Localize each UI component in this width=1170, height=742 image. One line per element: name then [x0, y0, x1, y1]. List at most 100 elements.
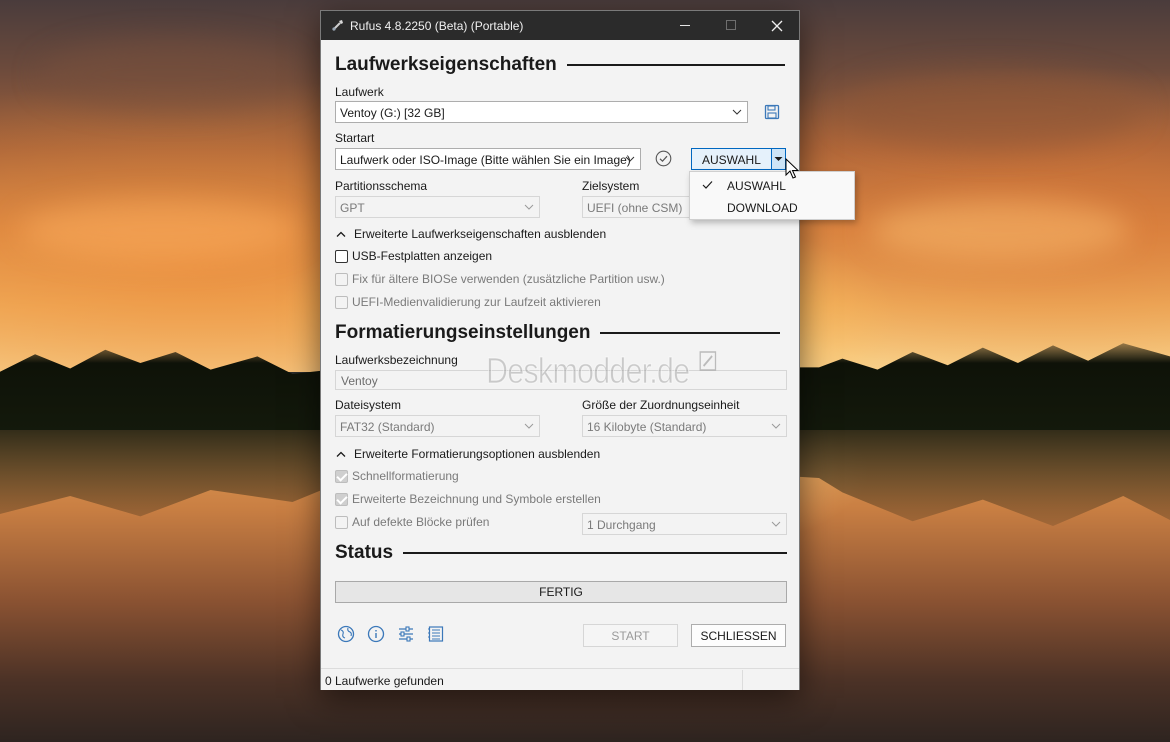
- drive-properties-heading: Laufwerkseigenschaften: [335, 54, 785, 76]
- close-icon: [771, 20, 783, 31]
- verify-hash-button[interactable]: [655, 150, 673, 168]
- status-bar-separator: [742, 670, 743, 690]
- globe-icon: [337, 625, 355, 643]
- device-select-value: Ventoy (G:) [32 GB]: [340, 106, 445, 120]
- quick-format-checkbox[interactable]: [335, 469, 348, 483]
- quick-format-option[interactable]: Schnellformatierung: [335, 469, 459, 483]
- check-circle-icon: [655, 150, 672, 167]
- passes-select[interactable]: 1 Durchgang: [582, 513, 787, 535]
- select-split-button[interactable]: AUSWAHL: [691, 148, 786, 170]
- usb-hdd-label: USB-Festplatten anzeigen: [352, 249, 493, 263]
- start-button-label: START: [611, 628, 650, 643]
- wallpaper-cloud: [840, 70, 1140, 150]
- status-heading: Status: [335, 542, 788, 564]
- close-button[interactable]: SCHLIESSEN: [691, 624, 786, 647]
- volume-label-value: Ventoy: [341, 374, 378, 388]
- save-drive-button[interactable]: [764, 104, 782, 122]
- boot-selection-select[interactable]: Laufwerk oder ISO-Image (Bitte wählen Si…: [335, 148, 641, 170]
- heading-divider: [566, 64, 785, 66]
- select-dropdown-menu: AUSWAHL DOWNLOAD: [689, 171, 855, 220]
- wallpaper-cloud: [20, 200, 300, 260]
- menu-item-download[interactable]: DOWNLOAD: [690, 196, 854, 218]
- filesystem-value: FAT32 (Standard): [340, 420, 435, 434]
- settings-sliders-icon: [399, 626, 413, 642]
- maximize-button[interactable]: [708, 11, 754, 40]
- split-dropdown-arrow[interactable]: [772, 149, 785, 169]
- status-bar-text: 0 Laufwerke gefunden: [325, 674, 444, 688]
- close-button-label: SCHLIESSEN: [700, 628, 777, 643]
- partition-scheme-select[interactable]: GPT: [335, 196, 540, 218]
- advanced-drive-toggle-label: Erweiterte Laufwerkseigenschaften ausble…: [354, 227, 607, 241]
- close-window-button[interactable]: [754, 11, 800, 40]
- advanced-format-toggle[interactable]: Erweiterte Formatierungsoptionen ausblen…: [335, 447, 600, 461]
- cluster-size-label: Größe der Zuordnungseinheit: [582, 398, 740, 412]
- about-button[interactable]: [366, 624, 386, 644]
- chevron-down-icon: [524, 423, 534, 429]
- bad-blocks-checkbox[interactable]: [335, 515, 348, 529]
- filesystem-label: Dateisystem: [335, 398, 402, 412]
- wallpaper-cloud: [870, 200, 1130, 260]
- volume-label-label: Laufwerksbezeichnung: [335, 353, 458, 367]
- extended-label-checkbox[interactable]: [335, 492, 348, 506]
- language-button[interactable]: [336, 624, 356, 644]
- progress-bar: FERTIG: [335, 581, 787, 603]
- maximize-icon: [725, 20, 736, 30]
- chevron-down-icon: [625, 156, 635, 162]
- old-bios-checkbox[interactable]: [335, 272, 348, 286]
- usb-hdd-option[interactable]: USB-Festplatten anzeigen: [335, 249, 492, 263]
- chevron-down-icon: [771, 423, 781, 429]
- uefi-validation-option[interactable]: UEFI-Medienvalidierung zur Laufzeit akti…: [335, 295, 601, 309]
- chevron-down-icon: [524, 204, 534, 210]
- format-options-title: Formatierungseinstellungen: [335, 322, 591, 343]
- info-icon: [367, 625, 385, 643]
- drive-properties-title: Laufwerkseigenschaften: [335, 54, 557, 75]
- menu-item-label: AUSWAHL: [727, 179, 786, 193]
- filesystem-select[interactable]: FAT32 (Standard): [335, 415, 540, 437]
- save-icon: [764, 104, 780, 120]
- minimize-icon: [679, 24, 690, 26]
- target-system-label: Zielsystem: [582, 179, 640, 193]
- caret-down-icon: [774, 157, 783, 161]
- status-title: Status: [335, 542, 394, 563]
- start-button[interactable]: START: [583, 624, 678, 647]
- bad-blocks-label: Auf defekte Blöcke prüfen: [352, 515, 490, 529]
- format-options-heading: Formatierungseinstellungen: [335, 322, 781, 344]
- settings-button[interactable]: [396, 624, 416, 644]
- cluster-size-select[interactable]: 16 Kilobyte (Standard): [582, 415, 787, 437]
- minimize-button[interactable]: [662, 11, 708, 40]
- log-button[interactable]: [426, 624, 446, 644]
- usb-hdd-checkbox[interactable]: [335, 249, 348, 263]
- extended-label-label: Erweiterte Bezeichnung und Symbole erste…: [352, 492, 601, 506]
- progress-text: FERTIG: [539, 585, 583, 599]
- menu-item-label: DOWNLOAD: [727, 201, 798, 215]
- heading-divider: [403, 552, 788, 554]
- bad-blocks-option[interactable]: Auf defekte Blöcke prüfen: [335, 515, 489, 529]
- chevron-down-icon: [732, 109, 742, 115]
- checkmark-icon: [702, 181, 713, 189]
- old-bios-option[interactable]: Fix für ältere BIOSe verwenden (zusätzli…: [335, 272, 665, 286]
- device-select[interactable]: Ventoy (G:) [32 GB]: [335, 101, 748, 123]
- wallpaper-cloud: [40, 40, 300, 110]
- status-bar: 0 Laufwerke gefunden: [321, 668, 799, 690]
- extended-label-option[interactable]: Erweiterte Bezeichnung und Symbole erste…: [335, 492, 601, 506]
- target-system-value: UEFI (ohne CSM): [587, 201, 683, 215]
- heading-divider: [600, 332, 781, 334]
- advanced-drive-toggle[interactable]: Erweiterte Laufwerkseigenschaften ausble…: [335, 227, 606, 241]
- advanced-format-toggle-label: Erweiterte Formatierungsoptionen ausblen…: [354, 447, 601, 461]
- title-bar[interactable]: Rufus 4.8.2250 (Beta) (Portable): [321, 11, 799, 40]
- device-label: Laufwerk: [335, 85, 384, 99]
- old-bios-label: Fix für ältere BIOSe verwenden (zusätzli…: [352, 272, 665, 286]
- rufus-icon: [332, 20, 343, 31]
- watermark-text: Deskmodder.de: [486, 350, 691, 392]
- watermark: Deskmodder.de: [486, 350, 717, 392]
- passes-value: 1 Durchgang: [587, 518, 656, 532]
- mouse-cursor-icon: [785, 158, 799, 179]
- uefi-validation-checkbox[interactable]: [335, 295, 348, 309]
- window-title: Rufus 4.8.2250 (Beta) (Portable): [350, 19, 524, 33]
- menu-item-auswahl[interactable]: AUSWAHL: [690, 174, 854, 196]
- pencil-icon: [699, 351, 717, 371]
- boot-selection-value: Laufwerk oder ISO-Image (Bitte wählen Si…: [340, 153, 631, 167]
- select-button-label[interactable]: AUSWAHL: [702, 153, 761, 167]
- uefi-validation-label: UEFI-Medienvalidierung zur Laufzeit akti…: [352, 295, 601, 309]
- cluster-size-value: 16 Kilobyte (Standard): [587, 420, 707, 434]
